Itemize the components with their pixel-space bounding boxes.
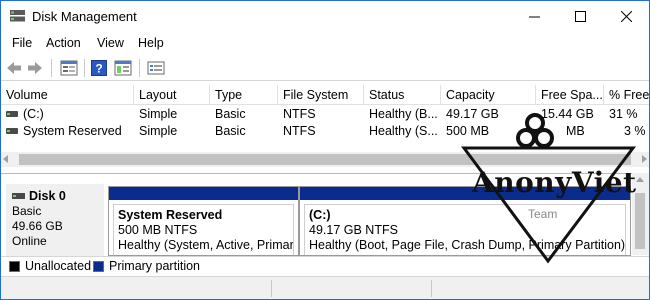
properties-button[interactable] bbox=[60, 59, 78, 77]
volume-name: System Reserved bbox=[23, 124, 122, 138]
menu-bar: File Action View Help bbox=[1, 33, 649, 53]
window-title: Disk Management bbox=[32, 9, 137, 24]
primary-partition-bar bbox=[109, 187, 298, 200]
column-header-type[interactable]: Type bbox=[210, 85, 278, 105]
volume-name: (C:) bbox=[23, 107, 44, 121]
status-cell: Healthy (B... bbox=[369, 107, 438, 121]
properties-icon bbox=[60, 60, 78, 76]
layout-cell: Simple bbox=[139, 124, 178, 138]
maximize-icon bbox=[574, 11, 586, 22]
disk-name: Disk 0 bbox=[29, 189, 66, 203]
legend-primary-partition: Primary partition bbox=[109, 259, 200, 273]
free-space-cell: 15.44 GB bbox=[541, 107, 594, 121]
partition-status: Healthy (System, Active, Primary bbox=[118, 238, 294, 252]
show-hide-pane-button[interactable] bbox=[114, 59, 132, 77]
menu-help[interactable]: Help bbox=[138, 36, 164, 50]
partition-name: System Reserved bbox=[118, 208, 223, 222]
help-button[interactable]: ? bbox=[91, 59, 107, 77]
partition-name: (C:) bbox=[309, 208, 331, 222]
volume-drive-icon bbox=[6, 127, 18, 134]
scrollbar-thumb[interactable] bbox=[19, 154, 631, 165]
maximize-button[interactable] bbox=[557, 1, 603, 32]
scrollbar-thumb[interactable] bbox=[635, 193, 645, 249]
column-header-file-system[interactable]: File System bbox=[278, 85, 364, 105]
type-cell: Basic bbox=[215, 124, 246, 138]
horizontal-scrollbar[interactable] bbox=[1, 152, 649, 167]
toolbar-separator bbox=[51, 59, 52, 77]
file-system-cell: NTFS bbox=[283, 107, 316, 121]
menu-action[interactable]: Action bbox=[46, 36, 81, 50]
help-icon: ? bbox=[91, 60, 107, 76]
column-header-percent-free[interactable]: % Free bbox=[604, 85, 649, 105]
column-header-status[interactable]: Status bbox=[364, 85, 441, 105]
watermark-subtext: Team bbox=[528, 207, 558, 221]
table-row[interactable]: (C:) Simple Basic NTFS Healthy (B... 49.… bbox=[1, 106, 649, 123]
volume-list-header: Volume Layout Type File System Status Ca… bbox=[1, 85, 649, 105]
volume-list: Volume Layout Type File System Status Ca… bbox=[1, 85, 649, 167]
capacity-cell: 500 MB bbox=[446, 124, 490, 138]
column-header-volume[interactable]: Volume bbox=[1, 85, 134, 105]
menu-view[interactable]: View bbox=[97, 36, 124, 50]
forward-arrow-icon bbox=[28, 62, 42, 74]
console-icon bbox=[147, 61, 165, 75]
scroll-left-icon[interactable] bbox=[3, 155, 8, 163]
file-system-cell: NTFS bbox=[283, 124, 316, 138]
type-cell: Basic bbox=[215, 107, 246, 121]
free-space-cell: MB bbox=[566, 124, 585, 138]
menu-file[interactable]: File bbox=[12, 36, 32, 50]
disk-state: Online bbox=[12, 234, 47, 248]
table-row[interactable]: System Reserved Simple Basic NTFS Health… bbox=[1, 123, 649, 140]
disk-management-app-icon bbox=[9, 9, 26, 23]
primary-partition-swatch bbox=[93, 261, 104, 272]
back-arrow-icon bbox=[7, 62, 21, 74]
svg-text:?: ? bbox=[95, 62, 102, 76]
forward-button[interactable] bbox=[27, 59, 43, 77]
console-button[interactable] bbox=[147, 59, 165, 77]
partition-details: (C:) 49.17 GB NTFS Healthy (Boot, Page F… bbox=[304, 204, 626, 255]
status-bar bbox=[1, 276, 649, 299]
minimize-button[interactable] bbox=[511, 1, 557, 32]
disk-size: 49.66 GB bbox=[12, 219, 63, 233]
disk-management-window: Disk Management File Action View Help ? … bbox=[0, 0, 650, 300]
volume-cell: (C:) bbox=[1, 107, 134, 121]
partition-details: System Reserved 500 MB NTFS Healthy (Sys… bbox=[113, 204, 294, 255]
legend-unallocated: Unallocated bbox=[25, 259, 92, 273]
title-bar: Disk Management bbox=[1, 1, 649, 32]
scroll-right-icon[interactable] bbox=[642, 155, 647, 163]
capacity-cell: 49.17 GB bbox=[446, 107, 499, 121]
volume-cell: System Reserved bbox=[1, 124, 134, 138]
legend: Unallocated Primary partition bbox=[1, 256, 649, 275]
disk-0-label[interactable]: Disk 0 Basic 49.66 GB Online bbox=[6, 184, 104, 256]
status-divider bbox=[271, 280, 272, 297]
column-header-layout[interactable]: Layout bbox=[134, 85, 210, 105]
close-button[interactable] bbox=[603, 1, 649, 32]
toolbar-separator bbox=[139, 59, 140, 77]
unallocated-swatch bbox=[9, 261, 20, 272]
toolbar-separator bbox=[84, 59, 85, 77]
column-header-free-space[interactable]: Free Spa... bbox=[536, 85, 604, 105]
column-header-capacity[interactable]: Capacity bbox=[441, 85, 536, 105]
partition-size: 49.17 GB NTFS bbox=[309, 223, 398, 237]
scroll-up-icon[interactable] bbox=[636, 177, 644, 182]
close-icon bbox=[620, 11, 632, 22]
toolbar: ? bbox=[1, 55, 649, 81]
layout-cell: Simple bbox=[139, 107, 178, 121]
disk-type: Basic bbox=[12, 204, 42, 218]
percent-free-cell: 3 % bbox=[624, 124, 646, 138]
status-divider bbox=[431, 280, 432, 297]
partition-status: Healthy (Boot, Page File, Crash Dump, Pr… bbox=[309, 238, 626, 252]
disk-icon bbox=[12, 192, 25, 199]
volume-drive-icon bbox=[6, 110, 18, 117]
watermark-text: AnonyViet bbox=[472, 166, 637, 199]
partition-system-reserved[interactable]: System Reserved 500 MB NTFS Healthy (Sys… bbox=[108, 186, 299, 256]
pane-icon bbox=[114, 60, 132, 76]
back-button[interactable] bbox=[6, 59, 22, 77]
percent-free-cell: 31 % bbox=[609, 107, 638, 121]
status-cell: Healthy (S... bbox=[369, 124, 438, 138]
partition-size: 500 MB NTFS bbox=[118, 223, 198, 237]
minimize-icon bbox=[528, 16, 540, 18]
